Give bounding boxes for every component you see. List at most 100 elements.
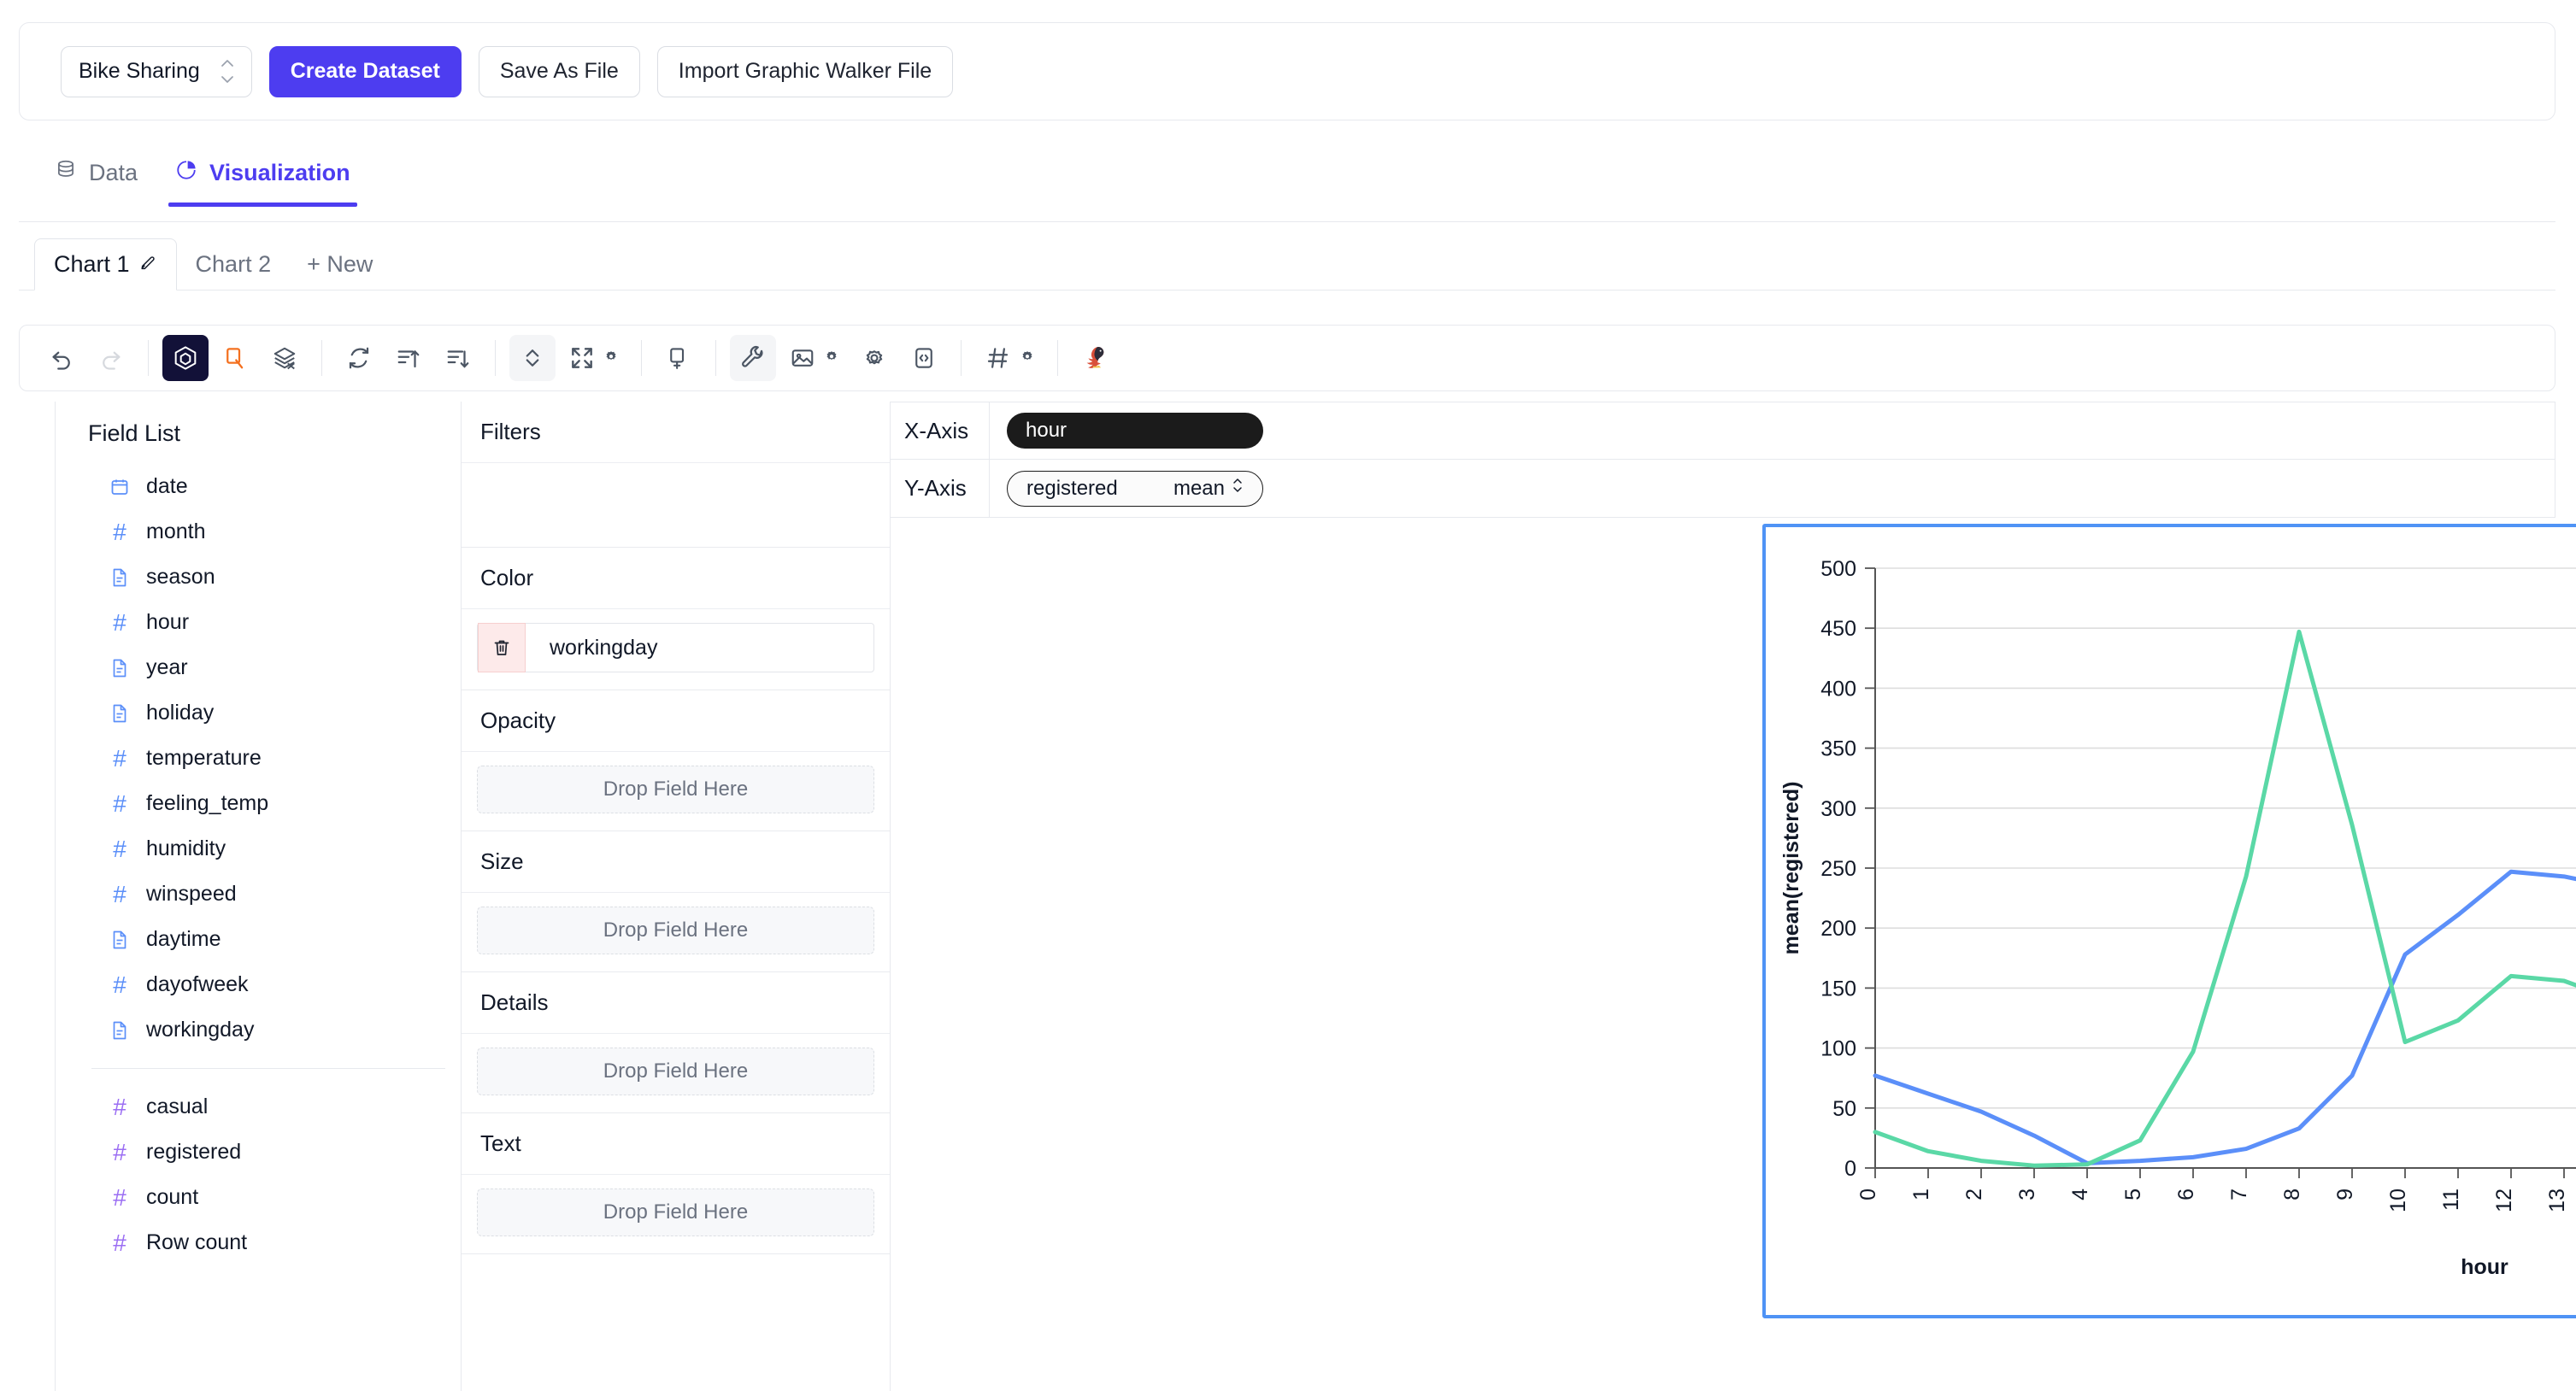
- field-item-date[interactable]: date: [56, 464, 461, 509]
- vis-toolbar: [19, 325, 2555, 391]
- field-item-dayofweek[interactable]: # dayofweek: [56, 962, 461, 1007]
- field-item-row-count[interactable]: # Row count: [56, 1220, 461, 1265]
- hash-icon: #: [113, 835, 126, 862]
- undo-icon[interactable]: [38, 335, 85, 381]
- cube-mark-icon[interactable]: [162, 335, 209, 381]
- series-line-1[interactable]: [1873, 619, 2576, 1168]
- size-drop-placeholder[interactable]: Drop Field Here: [477, 907, 874, 954]
- x-tick-label: 13: [2545, 1189, 2569, 1212]
- save-as-file-button[interactable]: Save As File: [478, 45, 640, 97]
- chart-tab-2-label: Chart 2: [195, 251, 272, 277]
- hash-count-icon[interactable]: [975, 335, 1021, 381]
- shelf-details-label: Details: [462, 972, 890, 1034]
- shelf-size-dropzone[interactable]: Drop Field Here: [462, 893, 890, 971]
- y-tick-label: 100: [1820, 1037, 1856, 1061]
- field-label: date: [146, 474, 188, 498]
- dataset-select[interactable]: Bike Sharing: [61, 45, 252, 97]
- tab-data[interactable]: Data: [36, 152, 156, 206]
- chart-canvas-container[interactable]: 0 50 100 150 200 250 300 350 400 450 500 0 1 2 3 4 5 6 7 8 9…: [1762, 524, 2576, 1318]
- tab-visualization[interactable]: Visualization: [156, 152, 369, 207]
- text-file-icon: [109, 566, 131, 589]
- shelf-size: Size Drop Field Here: [462, 831, 890, 972]
- field-list-bottom-strip: [55, 1376, 462, 1391]
- kanaries-bird-logo-icon[interactable]: [1072, 335, 1118, 381]
- field-item-month[interactable]: # month: [56, 509, 461, 555]
- shelf-text-label: Text: [462, 1113, 890, 1175]
- color-field-pill[interactable]: workingday: [477, 623, 874, 672]
- selection-rect-icon[interactable]: [212, 335, 258, 381]
- shelf-color-dropzone[interactable]: workingday: [462, 609, 890, 690]
- pencil-edit-icon[interactable]: [138, 251, 157, 278]
- field-item-humidity[interactable]: # humidity: [56, 826, 461, 872]
- redo-icon[interactable]: [88, 335, 134, 381]
- shelf-text: Text Drop Field Here: [462, 1113, 890, 1254]
- image-settings-gear-icon[interactable]: [820, 347, 843, 369]
- settings-gear-icon[interactable]: [851, 335, 897, 381]
- y-axis-aggregate-value: mean: [1173, 476, 1225, 500]
- text-drop-placeholder[interactable]: Drop Field Here: [477, 1189, 874, 1236]
- chart-tabs: Chart 1 Chart 2 + New: [19, 226, 2555, 291]
- shelf-color: Color workingday: [462, 548, 890, 690]
- create-dataset-button[interactable]: Create Dataset: [268, 45, 462, 97]
- details-drop-placeholder[interactable]: Drop Field Here: [477, 1048, 874, 1095]
- field-item-casual[interactable]: # casual: [56, 1084, 461, 1130]
- sort-descending-icon[interactable]: [435, 335, 481, 381]
- field-item-registered[interactable]: # registered: [56, 1130, 461, 1175]
- chevron-updown-icon: [1232, 476, 1244, 501]
- expand-fullscreen-icon[interactable]: [559, 335, 605, 381]
- chart-tab-1-label: Chart 1: [54, 251, 130, 277]
- field-item-year[interactable]: year: [56, 645, 461, 690]
- main-tabs: Data Visualization: [19, 152, 2555, 222]
- y-axis-field-pill[interactable]: registered mean: [1007, 470, 1263, 507]
- chart-tab-1[interactable]: Chart 1: [34, 238, 177, 291]
- x-axis-title: hour: [2461, 1255, 2508, 1279]
- field-item-holiday[interactable]: holiday: [56, 690, 461, 736]
- field-item-count[interactable]: # count: [56, 1175, 461, 1220]
- shelf-filters-dropzone[interactable]: [462, 463, 890, 547]
- series-line-0[interactable]: [1873, 869, 2576, 1165]
- hash-icon: #: [113, 1229, 126, 1256]
- settings-gear-small-icon[interactable]: [600, 347, 622, 369]
- hash-icon: #: [113, 789, 126, 817]
- field-item-daytime[interactable]: daytime: [56, 917, 461, 962]
- y-axis-aggregate-select[interactable]: mean: [1173, 476, 1244, 501]
- y-tick-label: 200: [1820, 917, 1856, 941]
- image-export-icon[interactable]: [779, 335, 826, 381]
- trash-icon[interactable]: [478, 623, 526, 672]
- new-chart-button[interactable]: + New: [290, 239, 390, 290]
- sort-ascending-icon[interactable]: [385, 335, 432, 381]
- shelf-text-dropzone[interactable]: Drop Field Here: [462, 1175, 890, 1253]
- field-item-temperature[interactable]: # temperature: [56, 736, 461, 781]
- field-item-feeling-temp[interactable]: # feeling_temp: [56, 781, 461, 826]
- hash-settings-gear-icon[interactable]: [1016, 347, 1038, 369]
- y-axis-label: Y-Axis: [891, 460, 990, 517]
- opacity-drop-placeholder[interactable]: Drop Field Here: [477, 766, 874, 813]
- x-tick-label: 3: [2015, 1189, 2039, 1200]
- x-axis-field-pill[interactable]: hour: [1007, 413, 1263, 449]
- field-item-hour[interactable]: # hour: [56, 600, 461, 645]
- toolbar-divider: [321, 340, 322, 376]
- field-label: feeling_temp: [146, 791, 269, 815]
- field-item-workingday[interactable]: workingday: [56, 1007, 461, 1053]
- shelf-opacity-dropzone[interactable]: Drop Field Here: [462, 752, 890, 830]
- resize-updown-icon[interactable]: [509, 335, 556, 381]
- frame-crop-icon[interactable]: [656, 335, 702, 381]
- shelf-opacity-label: Opacity: [462, 690, 890, 752]
- x-axis-shelf[interactable]: X-Axis hour: [891, 402, 2555, 460]
- hash-icon: #: [113, 608, 126, 636]
- field-item-winspeed[interactable]: # winspeed: [56, 872, 461, 917]
- layers-stack-icon[interactable]: [262, 335, 308, 381]
- shelf-details-dropzone[interactable]: Drop Field Here: [462, 1034, 890, 1112]
- wrench-tool-icon[interactable]: [730, 335, 776, 381]
- toolbar-divider: [715, 340, 716, 376]
- import-graphic-walker-file-button[interactable]: Import Graphic Walker File: [656, 45, 954, 97]
- y-tick-label: 400: [1820, 677, 1856, 701]
- graphic-walker-app: Bike Sharing Create Dataset Save As File…: [0, 0, 2576, 1391]
- code-brackets-icon[interactable]: [901, 335, 947, 381]
- chart-tab-2[interactable]: Chart 2: [177, 239, 291, 290]
- toolbar-divider: [641, 340, 642, 376]
- line-chart-svg: 0501001502002503003504004505000 1 2 3 4 5 6 7 8 9…: [1779, 557, 2576, 1279]
- refresh-icon[interactable]: [336, 335, 382, 381]
- field-item-season[interactable]: season: [56, 555, 461, 600]
- y-axis-shelf[interactable]: Y-Axis registered mean: [891, 460, 2555, 518]
